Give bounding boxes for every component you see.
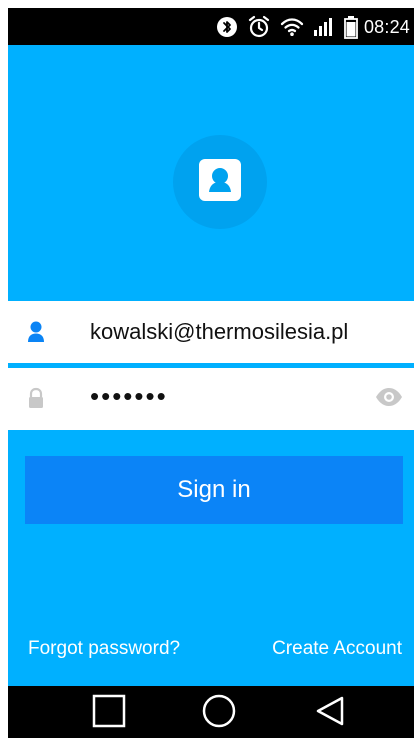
user-icon [191,151,249,214]
square-icon [92,694,126,733]
status-time: 08:24 [363,16,410,37]
back-triangle-icon [312,694,346,733]
profile-avatar [173,135,267,229]
user-icon [26,320,46,344]
alarm-icon [246,15,272,39]
login-screen: 08:24 kowalski@thermosilesia.pl ••••••• … [0,0,414,738]
signal-icon [312,16,336,38]
back-button[interactable] [312,696,346,730]
navigation-bar [8,686,414,738]
sign-in-button[interactable]: Sign in [25,456,403,524]
login-panel: kowalski@thermosilesia.pl ••••••• Sign i… [8,45,414,686]
forgot-password-link[interactable]: Forgot password? [28,638,180,660]
status-bar: 08:24 [8,8,414,45]
show-password-button[interactable] [374,387,404,411]
wifi-icon [280,17,304,37]
eye-icon [374,387,404,412]
create-account-link[interactable]: Create Account [272,638,402,660]
circle-icon [202,694,236,733]
bluetooth-icon [216,16,238,38]
lock-icon [26,387,46,411]
battery-icon [344,15,358,39]
password-mask: ••••••• [90,381,168,411]
recent-apps-button[interactable] [92,694,126,733]
email-value: kowalski@thermosilesia.pl [90,319,349,344]
home-button[interactable] [202,694,236,733]
email-field[interactable]: kowalski@thermosilesia.pl [8,301,414,363]
password-field[interactable]: ••••••• [8,368,414,430]
